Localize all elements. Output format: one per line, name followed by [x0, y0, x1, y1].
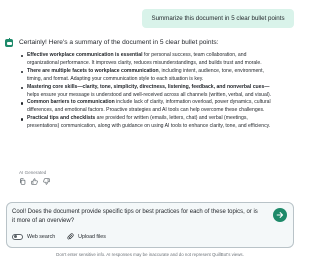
composer-tools: Web search Upload files: [12, 233, 106, 240]
message-input[interactable]: Cool! Does the document provide specific…: [12, 208, 262, 226]
list-item: Practical tips and checklists are provid…: [21, 115, 272, 131]
message-composer[interactable]: Cool! Does the document provide specific…: [6, 202, 294, 248]
list-item: Mastering core skills—clarity, tone, sim…: [21, 83, 272, 100]
list-item: Effective workplace communication is ess…: [21, 52, 272, 68]
web-search-label: Web search: [27, 233, 56, 240]
thumbs-down-icon[interactable]: [43, 178, 50, 185]
summary-list: Effective workplace communication is ess…: [21, 52, 272, 131]
list-item: Common barriers to communication include…: [21, 99, 272, 115]
list-item-heading: Mastering core skills—clarity, tone, sim…: [27, 83, 270, 90]
web-search-toggle[interactable]: Web search: [12, 233, 56, 240]
list-item-heading: Common barriers to communication: [27, 99, 115, 106]
upload-files-label: Upload files: [78, 233, 106, 240]
feedback-bar: [19, 178, 50, 185]
chat-page: Summarize this document in 5 clear bulle…: [0, 0, 300, 261]
copy-icon[interactable]: [19, 178, 26, 185]
toggle-switch[interactable]: [12, 233, 23, 240]
bot-avatar-icon: [5, 37, 13, 47]
disclaimer-text: Don't enter sensitive info. AI responses…: [56, 252, 244, 257]
send-button[interactable]: [273, 208, 287, 222]
assistant-intro: Certainly! Here's a summary of the docum…: [19, 39, 219, 46]
user-message: Summarize this document in 5 clear bulle…: [142, 9, 294, 28]
list-item-heading: Effective workplace communication is ess…: [27, 52, 143, 58]
list-item: There are multiple facets to workplace c…: [21, 67, 272, 84]
upload-files-button[interactable]: Upload files: [67, 233, 106, 240]
arrow-right-icon: [276, 212, 284, 218]
list-item-heading: There are multiple facets to workplace c…: [27, 67, 159, 74]
ai-generated-label: AI Generated: [19, 170, 47, 175]
list-item-text: helps ensure your message is understood …: [27, 91, 272, 98]
paperclip-icon: [67, 233, 74, 240]
list-item-heading: Practical tips and checklists: [27, 115, 96, 122]
thumbs-up-icon[interactable]: [31, 178, 38, 185]
